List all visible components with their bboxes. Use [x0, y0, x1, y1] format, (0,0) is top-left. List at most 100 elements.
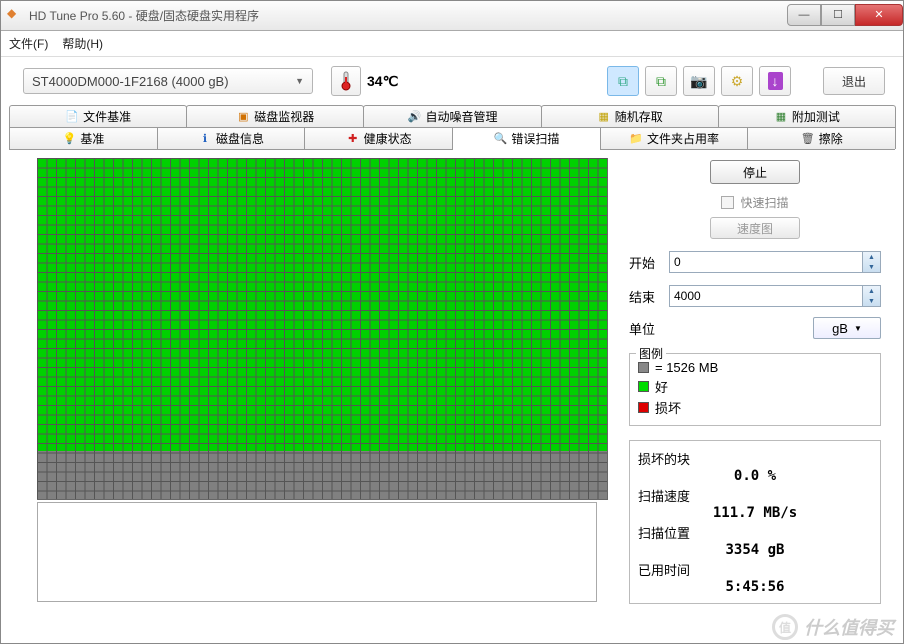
tab-磁盘监视器[interactable]: ▣ 磁盘监视器: [186, 105, 364, 127]
result-log: [37, 502, 597, 602]
tab-label: 文件基准: [83, 108, 131, 125]
screenshot-button[interactable]: 📷: [683, 66, 715, 96]
quick-scan-label: 快速扫描: [740, 194, 788, 211]
menubar: 文件(F) 帮助(H): [1, 31, 903, 57]
tab-icon: 💡: [62, 132, 76, 146]
tab-label: 磁盘信息: [216, 130, 264, 147]
tab-label: 错误扫描: [511, 130, 559, 147]
spin-down-icon[interactable]: ▼: [863, 296, 880, 306]
tab-label: 擦除: [819, 130, 843, 147]
maximize-button[interactable]: ☐: [821, 4, 855, 26]
quick-scan-checkbox[interactable]: [721, 196, 734, 209]
legend-title: 图例: [636, 345, 666, 362]
spin-up-icon[interactable]: ▲: [863, 286, 880, 296]
end-label: 结束: [629, 287, 663, 306]
toolbar: ST4000DM000-1F2168 (4000 gB) ▼ 34℃ ⧉ ⧉ 📷…: [1, 57, 903, 105]
copy-text-button[interactable]: ⧉: [645, 66, 677, 96]
app-icon: [7, 8, 23, 24]
thermometer-button[interactable]: [331, 66, 361, 96]
tab-icon: ▦: [774, 110, 788, 124]
tab-icon: 🗑: [801, 132, 815, 146]
menu-file[interactable]: 文件(F): [9, 35, 48, 52]
spin-up-icon[interactable]: ▲: [863, 252, 880, 262]
damaged-value: 0.0 %: [638, 468, 872, 484]
menu-help[interactable]: 帮助(H): [62, 35, 103, 52]
page-icon: ⧉: [656, 73, 666, 90]
tab-随机存取[interactable]: ▦ 随机存取: [541, 105, 719, 127]
legend-bad-icon: [638, 402, 649, 413]
time-value: 5:45:56: [638, 579, 872, 595]
unit-label: 单位: [629, 319, 663, 338]
gear-icon: ⚙: [731, 73, 744, 90]
thermometer-icon: [339, 71, 353, 91]
minimize-button[interactable]: —: [787, 4, 821, 26]
side-panel: 停止 快速扫描 速度图 开始 0 ▲▼ 结束 4000 ▲▼: [629, 158, 881, 639]
end-input[interactable]: 4000 ▲▼: [669, 285, 881, 307]
legend-good-text: 好: [655, 377, 668, 396]
speedmap-button[interactable]: 速度图: [710, 217, 800, 239]
stats-box: 损坏的块 0.0 % 扫描速度 111.7 MB/s 扫描位置 3354 gB …: [629, 440, 881, 604]
tab-文件夹占用率[interactable]: 📁文件夹占用率: [600, 127, 749, 149]
damaged-label: 损坏的块: [638, 449, 872, 468]
temperature-box: 34℃: [331, 66, 398, 96]
tab-icon: 🔊: [408, 110, 422, 124]
end-row: 结束 4000 ▲▼: [629, 285, 881, 307]
tab-附加测试[interactable]: ▦ 附加测试: [718, 105, 896, 127]
toolbar-icons: ⧉ ⧉ 📷 ⚙ ↓: [607, 66, 791, 96]
quick-scan-row: 快速扫描: [721, 194, 788, 211]
tab-icon: ✚: [346, 132, 360, 146]
start-value: 0: [674, 255, 681, 269]
speed-value: 111.7 MB/s: [638, 505, 872, 521]
exit-button[interactable]: 退出: [823, 67, 885, 95]
legend-good-icon: [638, 381, 649, 392]
tab-icon: 📁: [629, 132, 643, 146]
tab-基准[interactable]: 💡 基准: [9, 127, 158, 149]
copy-button[interactable]: ⧉: [607, 66, 639, 96]
tab-label: 随机存取: [615, 108, 663, 125]
unit-select[interactable]: gB ▼: [813, 317, 881, 339]
scan-grid: [37, 158, 608, 500]
tab-健康状态[interactable]: ✚ 健康状态: [304, 127, 453, 149]
copy-icon: ⧉: [618, 73, 628, 90]
window-controls: — ☐ ✕: [787, 6, 903, 26]
time-label: 已用时间: [638, 560, 872, 579]
tab-icon: 🔍: [493, 132, 507, 146]
tab-label: 基准: [80, 130, 104, 147]
tab-label: 附加测试: [792, 108, 840, 125]
tab-文件基准[interactable]: 📄 文件基准: [9, 105, 187, 127]
titlebar: HD Tune Pro 5.60 - 硬盘/固态硬盘实用程序 — ☐ ✕: [1, 1, 903, 31]
close-button[interactable]: ✕: [855, 4, 903, 26]
tab-label: 磁盘监视器: [254, 108, 314, 125]
grid-lines: [37, 158, 607, 499]
content: 停止 快速扫描 速度图 开始 0 ▲▼ 结束 4000 ▲▼: [9, 149, 895, 643]
watermark: 值 什么值得买: [772, 614, 894, 640]
drive-select-value: ST4000DM000-1F2168 (4000 gB): [32, 74, 229, 89]
end-value: 4000: [674, 289, 701, 303]
tab-icon: ▦: [597, 110, 611, 124]
tab-自动噪音管理[interactable]: 🔊 自动噪音管理: [363, 105, 541, 127]
camera-icon: 📷: [690, 73, 707, 90]
unit-row: 单位 gB ▼: [629, 317, 881, 339]
settings-button[interactable]: ⚙: [721, 66, 753, 96]
tabs: 📄 文件基准 ▣ 磁盘监视器 🔊 自动噪音管理 ▦ 随机存取 ▦ 附加测试 💡 基准 ℹ磁盘信息 ✚ 健康…: [1, 105, 903, 149]
legend-bad-text: 损坏: [655, 398, 681, 417]
chevron-down-icon: ▼: [295, 76, 304, 86]
speed-label: 扫描速度: [638, 486, 872, 505]
drive-select[interactable]: ST4000DM000-1F2168 (4000 gB) ▼: [23, 68, 313, 94]
tab-icon: 📄: [65, 110, 79, 124]
save-button[interactable]: ↓: [759, 66, 791, 96]
stop-button[interactable]: 停止: [710, 160, 800, 184]
start-label: 开始: [629, 253, 663, 272]
tab-磁盘信息[interactable]: ℹ磁盘信息: [157, 127, 306, 149]
legend-block-text: = 1526 MB: [655, 360, 718, 375]
start-row: 开始 0 ▲▼: [629, 251, 881, 273]
start-input[interactable]: 0 ▲▼: [669, 251, 881, 273]
tab-擦除[interactable]: 🗑 擦除: [747, 127, 896, 149]
tab-label: 健康状态: [364, 130, 412, 147]
tab-icon: ▣: [236, 110, 250, 124]
scan-area: [37, 158, 613, 639]
chevron-down-icon: ▼: [854, 324, 862, 333]
tab-错误扫描[interactable]: 🔍 错误扫描: [452, 127, 601, 149]
spin-down-icon[interactable]: ▼: [863, 262, 880, 272]
tab-label: 自动噪音管理: [426, 108, 498, 125]
